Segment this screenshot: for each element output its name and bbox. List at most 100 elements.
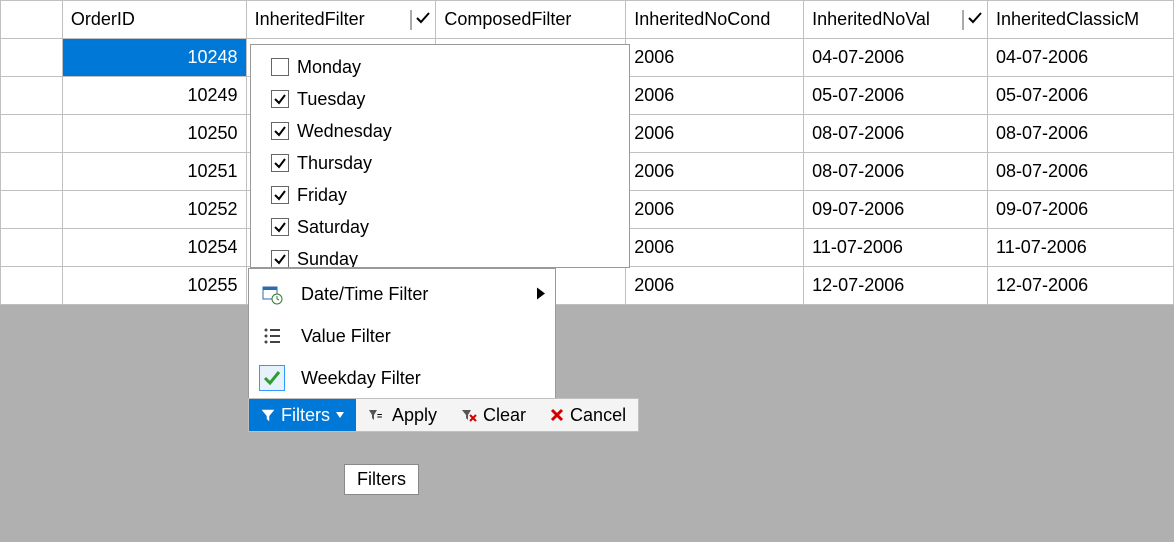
cell-inheritedclassic[interactable]: 12-07-2006 bbox=[988, 267, 1174, 305]
cell-inheritednoval[interactable]: 09-07-2006 bbox=[804, 191, 988, 229]
checkbox[interactable] bbox=[271, 218, 289, 236]
cell-inheritednocond[interactable]: 2006 bbox=[626, 153, 804, 191]
cell-orderid[interactable]: 10250 bbox=[62, 115, 246, 153]
row-header-corner bbox=[1, 1, 63, 39]
cell-inheritedclassic[interactable]: 09-07-2006 bbox=[988, 191, 1174, 229]
cell-orderid[interactable]: 10255 bbox=[62, 267, 246, 305]
checkbox[interactable] bbox=[271, 186, 289, 204]
checkbox[interactable] bbox=[271, 154, 289, 172]
table-row[interactable]: 10255200612-07-200612-07-2006 bbox=[1, 267, 1174, 305]
weekday-option[interactable]: Thursday bbox=[271, 147, 609, 179]
cell-orderid[interactable]: 10251 bbox=[62, 153, 246, 191]
weekday-option[interactable]: Sunday bbox=[271, 243, 609, 268]
menu-item-label: Date/Time Filter bbox=[301, 284, 428, 305]
menu-item-label: Weekday Filter bbox=[301, 368, 421, 389]
datetime-filter-icon bbox=[259, 281, 285, 307]
column-header-label: InheritedClassicM bbox=[996, 9, 1139, 29]
column-header-inheritednoval[interactable]: InheritedNoVal bbox=[804, 1, 988, 39]
cell-inheritednoval[interactable]: 05-07-2006 bbox=[804, 77, 988, 115]
button-label: Clear bbox=[483, 405, 526, 426]
cell-inheritedclassic[interactable]: 05-07-2006 bbox=[988, 77, 1174, 115]
cell-inheritednoval[interactable]: 04-07-2006 bbox=[804, 39, 988, 77]
weekday-option[interactable]: Wednesday bbox=[271, 115, 609, 147]
weekday-option[interactable]: Saturday bbox=[271, 211, 609, 243]
column-header-label: InheritedNoVal bbox=[812, 9, 930, 29]
weekday-label: Friday bbox=[297, 185, 347, 206]
filter-type-menu[interactable]: Date/Time Filter Value Filter Weekday Fi… bbox=[248, 268, 556, 404]
svg-text:=: = bbox=[377, 411, 382, 421]
checkmark-icon[interactable] bbox=[415, 10, 431, 26]
column-header-inheritedclassic[interactable]: InheritedClassicM bbox=[988, 1, 1174, 39]
row-header-cell[interactable] bbox=[1, 191, 63, 229]
cell-inheritedclassic[interactable]: 08-07-2006 bbox=[988, 115, 1174, 153]
row-header-cell[interactable] bbox=[1, 153, 63, 191]
button-label: Cancel bbox=[570, 405, 626, 426]
submenu-arrow-icon bbox=[537, 284, 545, 305]
column-header-composedfilter[interactable]: ComposedFilter bbox=[436, 1, 626, 39]
column-header-label: InheritedNoCond bbox=[634, 9, 770, 29]
cell-inheritednoval[interactable]: 08-07-2006 bbox=[804, 115, 988, 153]
column-menu-separator-icon bbox=[961, 10, 965, 30]
cell-inheritedclassic[interactable]: 11-07-2006 bbox=[988, 229, 1174, 267]
row-header-cell[interactable] bbox=[1, 39, 63, 77]
chevron-down-icon bbox=[336, 412, 344, 418]
filters-dropdown-button[interactable]: Filters bbox=[249, 399, 356, 431]
weekday-filter-panel[interactable]: Monday Tuesday Wednesday Thursday Friday Satu… bbox=[250, 44, 630, 268]
cell-inheritednocond[interactable]: 2006 bbox=[626, 115, 804, 153]
weekday-option[interactable]: Tuesday bbox=[271, 83, 609, 115]
cell-inheritednocond[interactable]: 2006 bbox=[626, 191, 804, 229]
weekday-label: Thursday bbox=[297, 153, 372, 174]
cell-orderid[interactable]: 10249 bbox=[62, 77, 246, 115]
clear-filter-icon bbox=[461, 408, 477, 422]
weekday-option[interactable]: Friday bbox=[271, 179, 609, 211]
cell-inheritedclassic[interactable]: 04-07-2006 bbox=[988, 39, 1174, 77]
filter-toolbar: Filters = Apply Clear Cancel bbox=[248, 398, 639, 432]
column-header-inheritednocond[interactable]: InheritedNoCond bbox=[626, 1, 804, 39]
weekday-option[interactable]: Monday bbox=[271, 51, 609, 83]
cell-orderid[interactable]: 10252 bbox=[62, 191, 246, 229]
column-header-inheritedfilter[interactable]: InheritedFilter bbox=[246, 1, 436, 39]
row-header-cell[interactable] bbox=[1, 115, 63, 153]
cancel-icon bbox=[550, 408, 564, 422]
cell-inheritednoval[interactable]: 08-07-2006 bbox=[804, 153, 988, 191]
cell-inheritedclassic[interactable]: 08-07-2006 bbox=[988, 153, 1174, 191]
button-label: Apply bbox=[392, 405, 437, 426]
cell-inheritednoval[interactable]: 12-07-2006 bbox=[804, 267, 988, 305]
apply-filter-icon: = bbox=[368, 408, 386, 422]
weekday-filter-icon bbox=[259, 365, 285, 391]
clear-button[interactable]: Clear bbox=[449, 399, 538, 431]
apply-button[interactable]: = Apply bbox=[356, 399, 449, 431]
menu-item-label: Value Filter bbox=[301, 326, 391, 347]
cell-inheritednoval[interactable]: 11-07-2006 bbox=[804, 229, 988, 267]
checkbox[interactable] bbox=[271, 250, 289, 268]
menu-item-value-filter[interactable]: Value Filter bbox=[249, 315, 555, 357]
cancel-button[interactable]: Cancel bbox=[538, 399, 638, 431]
button-label: Filters bbox=[281, 405, 330, 426]
weekday-label: Wednesday bbox=[297, 121, 392, 142]
column-header-label: InheritedFilter bbox=[255, 9, 365, 29]
value-filter-icon bbox=[259, 323, 285, 349]
checkbox[interactable] bbox=[271, 122, 289, 140]
column-header-label: OrderID bbox=[71, 9, 135, 29]
cell-orderid[interactable]: 10254 bbox=[62, 229, 246, 267]
cell-inheritednocond[interactable]: 2006 bbox=[626, 77, 804, 115]
checkbox[interactable] bbox=[271, 90, 289, 108]
column-menu-separator-icon bbox=[409, 10, 413, 30]
menu-item-weekday-filter[interactable]: Weekday Filter bbox=[249, 357, 555, 399]
tooltip-text: Filters bbox=[357, 469, 406, 489]
column-header-orderid[interactable]: OrderID bbox=[62, 1, 246, 39]
checkmark-icon[interactable] bbox=[967, 10, 983, 26]
checkbox[interactable] bbox=[271, 58, 289, 76]
weekday-label: Sunday bbox=[297, 249, 358, 269]
cell-inheritednocond[interactable]: 2006 bbox=[626, 39, 804, 77]
cell-orderid[interactable]: 10248 bbox=[62, 39, 246, 77]
cell-inheritednocond[interactable]: 2006 bbox=[626, 229, 804, 267]
funnel-icon bbox=[261, 408, 275, 422]
row-header-cell[interactable] bbox=[1, 229, 63, 267]
row-header-cell[interactable] bbox=[1, 267, 63, 305]
weekday-label: Monday bbox=[297, 57, 361, 78]
cell-inheritednocond[interactable]: 2006 bbox=[626, 267, 804, 305]
menu-item-datetime-filter[interactable]: Date/Time Filter bbox=[249, 273, 555, 315]
row-header-cell[interactable] bbox=[1, 77, 63, 115]
weekday-label: Tuesday bbox=[297, 89, 365, 110]
